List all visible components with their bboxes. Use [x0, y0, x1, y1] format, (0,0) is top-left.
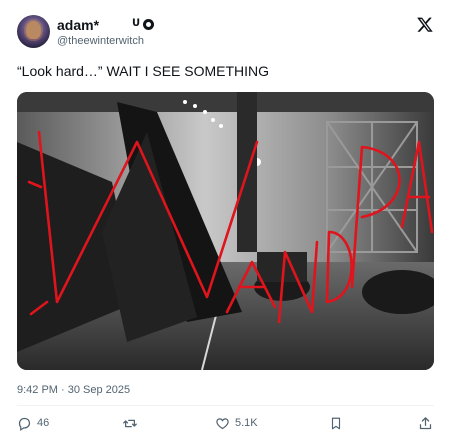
share-button[interactable] [418, 413, 433, 433]
bookmark-icon [331, 417, 341, 429]
display-name[interactable]: adam* [57, 16, 99, 34]
like-count: 5.1K [235, 417, 258, 429]
tweet-card: adam* ᑌ @theewinterwitch “Look hard…” WA… [0, 0, 450, 446]
user-handle[interactable]: @theewinterwitch [57, 34, 144, 48]
tweet-photo[interactable] [17, 92, 434, 370]
bookmark-button[interactable] [329, 413, 343, 433]
tweet-text: “Look hard…” WAIT I SEE SOMETHING [17, 63, 270, 79]
photo-scene [17, 92, 434, 370]
retweet-icon [123, 419, 137, 427]
reply-count: 46 [37, 417, 50, 429]
like-button[interactable]: 5.1K [215, 413, 258, 433]
badge-glyph: ᑌ [132, 18, 141, 29]
gear-badge-icon [143, 18, 155, 30]
avatar[interactable] [17, 15, 50, 48]
tweet-timestamp[interactable]: 9:42 PM · 30 Sep 2025 [17, 383, 130, 397]
x-logo-icon[interactable] [416, 16, 434, 33]
reply-icon [18, 417, 31, 431]
retweet-button[interactable] [122, 413, 143, 433]
profile-badges: ᑌ [132, 18, 155, 30]
reply-button[interactable]: 46 [17, 413, 49, 433]
heart-icon [216, 417, 229, 429]
share-icon [419, 416, 432, 429]
divider [17, 405, 434, 406]
action-bar: 46 5.1K [17, 413, 434, 433]
